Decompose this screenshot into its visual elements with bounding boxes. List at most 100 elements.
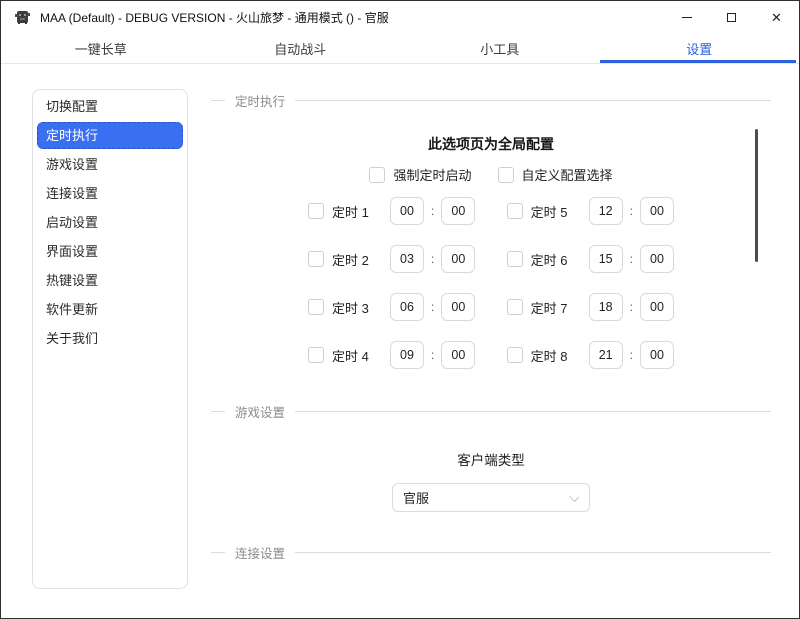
- tab-label: 设置: [686, 41, 713, 57]
- timer-3-minute-input[interactable]: 00: [441, 293, 476, 321]
- divider: [211, 411, 225, 412]
- timer-3-checkbox[interactable]: [308, 299, 324, 315]
- timer-grid: 定时 1 00 : 00 定时 5 12 : 00 定时 2 03: 00 定…: [308, 197, 674, 369]
- timer-7: 定时 7 18 : 00: [506, 293, 674, 321]
- sidebar-item-startup-settings[interactable]: 启动设置: [34, 208, 186, 237]
- section-title: 游戏设置: [235, 406, 286, 420]
- scrollbar-thumb[interactable]: [755, 129, 758, 262]
- section-header-connection: 连接设置: [211, 543, 771, 562]
- timer-row: 定时 1 00 : 00 定时 5 12 : 00: [308, 197, 674, 225]
- colon: :: [629, 252, 633, 266]
- timer-1: 定时 1 00 : 00: [308, 197, 476, 225]
- timer-label: 定时 5: [530, 204, 568, 220]
- timer-label: 定时 2: [332, 252, 369, 268]
- divider: [295, 552, 771, 553]
- checkbox[interactable]: [497, 166, 514, 183]
- sidebar-item-ui-settings[interactable]: 界面设置: [34, 237, 186, 266]
- timer-label: 定时 1: [332, 204, 369, 220]
- re-detect-every-time-checkbox[interactable]: 每次重新检测: [504, 591, 606, 592]
- connection-options-row: 自动检测连接 每次重新检测: [211, 591, 771, 592]
- timer-4-hour-input[interactable]: 09: [390, 341, 424, 369]
- timer-2: 定时 2 03 : 00: [308, 245, 476, 273]
- close-icon: ✕: [771, 9, 782, 25]
- checkbox[interactable]: [369, 166, 386, 183]
- sidebar-item-game-settings[interactable]: 游戏设置: [34, 150, 186, 179]
- custom-config-select-checkbox[interactable]: 自定义配置选择: [497, 165, 613, 184]
- timer-label: 定时 3: [332, 300, 369, 316]
- sidebar-item-about-us[interactable]: 关于我们: [34, 324, 186, 353]
- tab-settings[interactable]: 设置: [599, 33, 800, 63]
- timer-6-minute-input[interactable]: 00: [640, 245, 674, 273]
- settings-sidebar: 切换配置 定时执行 游戏设置 连接设置 启动设置 界面设置 热键设置 软件更新 …: [32, 89, 188, 589]
- timer-5-minute-input[interactable]: 00: [640, 197, 674, 225]
- sidebar-item-software-update[interactable]: 软件更新: [34, 295, 186, 324]
- timer-label: 定时 7: [530, 300, 568, 316]
- client-type-dropdown[interactable]: 官服: [392, 483, 590, 512]
- auto-detect-connection-checkbox[interactable]: 自动检测连接: [376, 591, 478, 592]
- timer-6-hour-input[interactable]: 15: [588, 245, 623, 273]
- timer-3: 定时 3 06 : 00: [308, 293, 476, 321]
- checkbox-label: 强制定时启动: [393, 168, 472, 183]
- colon: :: [629, 300, 633, 314]
- window-controls: ✕: [664, 1, 799, 33]
- tab-tools[interactable]: 小工具: [400, 33, 600, 63]
- app-logo-icon: [15, 10, 30, 24]
- timer-6-checkbox[interactable]: [506, 251, 523, 267]
- section-title: 连接设置: [235, 547, 286, 561]
- checkbox-label: 每次重新检测: [528, 591, 606, 592]
- timer-8-checkbox[interactable]: [506, 347, 523, 363]
- colon: :: [431, 300, 435, 314]
- colon: :: [431, 348, 435, 362]
- timer-4-checkbox[interactable]: [308, 347, 324, 363]
- sidebar-item-switch-config[interactable]: 切换配置: [34, 92, 186, 121]
- timer-7-checkbox[interactable]: [506, 299, 523, 315]
- sidebar-item-scheduling[interactable]: 定时执行: [37, 122, 183, 149]
- section-title: 定时执行: [235, 95, 286, 109]
- timer-1-minute-input[interactable]: 00: [441, 197, 476, 225]
- client-type-value: 官服: [403, 491, 430, 506]
- divider: [211, 100, 225, 101]
- section-header-game: 游戏设置: [211, 402, 771, 421]
- minimize-icon: [681, 16, 692, 18]
- timer-5: 定时 5 12 : 00: [506, 197, 674, 225]
- checkbox-label: 自定义配置选择: [521, 168, 613, 183]
- colon: :: [629, 348, 633, 362]
- maximize-button[interactable]: [709, 1, 754, 33]
- minimize-button[interactable]: [664, 1, 709, 33]
- timer-row: 定时 2 03 : 00 定时 6 15 : 00: [308, 245, 674, 273]
- divider: [211, 552, 225, 553]
- app-window: MAA (Default) - DEBUG VERSION - 火山旅梦 - 通…: [0, 0, 800, 619]
- divider: [295, 100, 771, 101]
- tab-auto-battle[interactable]: 自动战斗: [201, 33, 401, 63]
- client-type-label: 客户端类型: [457, 453, 525, 468]
- scheduling-options-row: 强制定时启动 自定义配置选择: [211, 165, 771, 184]
- timer-8-hour-input[interactable]: 21: [588, 341, 623, 369]
- timer-label: 定时 4: [332, 348, 369, 364]
- timer-5-checkbox[interactable]: [506, 203, 523, 219]
- checkbox-label: 自动检测连接: [400, 591, 478, 592]
- tab-underline: [599, 60, 796, 63]
- tab-farming[interactable]: 一键长草: [1, 33, 201, 63]
- timer-8: 定时 8 21 : 00: [506, 341, 674, 369]
- timer-8-minute-input[interactable]: 00: [640, 341, 674, 369]
- timer-7-minute-input[interactable]: 00: [640, 293, 674, 321]
- timer-4-minute-input[interactable]: 00: [441, 341, 476, 369]
- colon: :: [431, 252, 435, 266]
- colon: :: [431, 204, 435, 218]
- timer-2-hour-input[interactable]: 03: [390, 245, 424, 273]
- force-timed-start-checkbox[interactable]: 强制定时启动: [369, 165, 472, 184]
- chevron-down-icon: [568, 491, 580, 503]
- divider: [295, 411, 771, 412]
- settings-content: 定时执行 此选项页为全局配置 强制定时启动 自定义配置选择 定时 1 00 :: [211, 71, 771, 592]
- tabbar: 一键长草 自动战斗 小工具 设置: [1, 33, 799, 64]
- timer-3-hour-input[interactable]: 06: [390, 293, 424, 321]
- sidebar-item-hotkey-settings[interactable]: 热键设置: [34, 266, 186, 295]
- timer-7-hour-input[interactable]: 18: [588, 293, 623, 321]
- sidebar-item-connection-settings[interactable]: 连接设置: [34, 179, 186, 208]
- timer-1-hour-input[interactable]: 00: [390, 197, 424, 225]
- close-button[interactable]: ✕: [754, 1, 799, 33]
- timer-1-checkbox[interactable]: [308, 203, 324, 219]
- timer-2-minute-input[interactable]: 00: [441, 245, 476, 273]
- timer-2-checkbox[interactable]: [308, 251, 324, 267]
- timer-5-hour-input[interactable]: 12: [588, 197, 623, 225]
